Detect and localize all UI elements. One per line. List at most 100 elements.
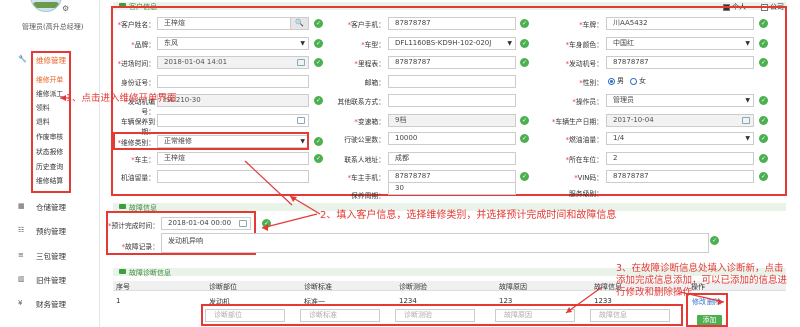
label-warranty: 保养周期： (351, 192, 385, 200)
chevron-down-icon: ▼ (745, 135, 750, 142)
label-oil: *燃油油量： (565, 136, 603, 144)
annotation-3-line3: 行修改和删除操作 (616, 287, 693, 298)
gender-female[interactable]: 女 (630, 76, 646, 86)
label-enter-time: *进场时间： (117, 60, 155, 68)
label-fault-record: *故障记录： (121, 243, 159, 251)
label-color: *车身颜色： (565, 41, 603, 49)
check-icon: ✓ (262, 219, 271, 228)
search-icon[interactable]: 🔍 (290, 18, 308, 29)
check-icon: ✓ (520, 116, 529, 125)
calendar-icon (297, 117, 305, 124)
phone-input[interactable]: 87878787 (388, 17, 516, 30)
mileage-input[interactable]: 87878787 (388, 56, 516, 69)
calendar-icon (297, 59, 305, 66)
engine-no-input[interactable]: 87878787 (606, 56, 754, 69)
oil-left-input[interactable] (157, 170, 309, 183)
check-icon: ✓ (314, 137, 323, 146)
storage-icon: ▦ (18, 202, 25, 210)
check-icon: ✓ (759, 39, 768, 48)
radio-male (608, 77, 615, 85)
vin-input[interactable]: 87878787 (606, 170, 754, 183)
main-panel: 客户信息 个人 公司 *客户姓名： 王梓煊 🔍 ✓ *品牌： 东风 ▼ ✓ *进场时… (66, 0, 800, 327)
nav-storage[interactable]: ▦ 仓储管理 (0, 202, 100, 214)
label-service-level: 服务级别： (569, 190, 603, 198)
annotation-box-diag-actions (686, 293, 728, 327)
check-icon: ✓ (520, 58, 529, 67)
check-icon: ✓ (759, 134, 768, 143)
customer-name-input[interactable]: 王梓煊 🔍 (157, 17, 309, 30)
check-icon: ✓ (314, 19, 323, 28)
check-icon: ✓ (520, 134, 529, 143)
produce-date-input[interactable]: 2017-10-04 (606, 114, 754, 127)
operator-select[interactable]: 管理员 ▼ (606, 94, 754, 107)
check-icon: ✓ (314, 39, 323, 48)
label-plate: *车牌： (579, 21, 603, 29)
check-icon: ✓ (759, 96, 768, 105)
wrench-icon: 🔧 (18, 55, 27, 63)
position-input[interactable]: 2 (606, 152, 754, 165)
label-km: 行驶公里数： (344, 136, 385, 144)
check-icon: ✓ (314, 58, 323, 67)
nav-prereserve[interactable]: ☷ 预约管理 (0, 226, 100, 238)
chevron-down-icon: ▼ (745, 97, 750, 104)
gear-icon[interactable]: ⚙ (62, 4, 69, 13)
enter-time-input[interactable]: 2018-01-04 14:01 (157, 56, 309, 69)
label-position: *所在车位： (565, 156, 603, 164)
warranty-input[interactable]: 30 (388, 182, 516, 195)
avatar[interactable] (30, 0, 62, 12)
driver-input[interactable]: 王梓煊 (157, 152, 309, 165)
label-brand: *品牌： (131, 41, 155, 49)
expire-input[interactable] (157, 114, 309, 127)
check-icon: ✓ (759, 154, 768, 163)
km-input[interactable]: 10000 (388, 132, 516, 145)
label-transmission: *变速箱： (354, 118, 385, 126)
check-icon: ✓ (759, 58, 768, 67)
section-icon (119, 204, 126, 209)
annotation-box-diag-inputs (201, 304, 683, 326)
check-icon: ✓ (314, 96, 323, 105)
calendar-icon (742, 117, 750, 124)
finish-time-input[interactable]: 2018-01-04 00:00 (161, 217, 251, 230)
prereserve-icon: ☷ (18, 226, 25, 234)
label-mileage: *里程表： (354, 60, 385, 68)
label-oil-left: 机油留量： (121, 174, 155, 182)
calendar-icon (239, 220, 247, 227)
check-icon: ✓ (314, 154, 323, 163)
transmission-input[interactable]: 9档 (388, 114, 516, 127)
address-input[interactable]: 成都 (388, 152, 516, 165)
check-icon: ✓ (520, 172, 529, 181)
oil-select[interactable]: 1/4 ▼ (606, 132, 754, 145)
nav-old-parts[interactable]: ▥ 旧件管理 (0, 275, 100, 287)
annotation-2: 2、填入客户信息，选择维修类别，并选择预计完成时间和故障信息 (320, 210, 617, 221)
label-operator: *操作员： (572, 98, 603, 106)
finance-icon: ¥ (18, 299, 23, 307)
nav-finance[interactable]: ¥ 财务管理 (0, 299, 100, 311)
check-icon: ✓ (520, 19, 529, 28)
model-select[interactable]: DFL1160BS-KD9H-102-020J ▼ (388, 37, 516, 50)
nav-tripartite[interactable]: ≡ 三包管理 (0, 251, 100, 263)
check-icon: ✓ (759, 19, 768, 28)
user-role: 管理员(高升总经理) (22, 23, 84, 31)
plate-input[interactable]: 川AA5432 (606, 17, 754, 30)
label-engine-no: *发动机号： (565, 60, 603, 68)
other-contact-input[interactable] (388, 94, 516, 107)
label-finish-time: *预计完成时间： (108, 222, 159, 230)
chevron-down-icon: ▼ (300, 40, 305, 47)
label-driver: *车主： (131, 156, 155, 164)
section-icon (119, 269, 126, 274)
engine-model-input[interactable]: ISD210-30 (157, 94, 309, 107)
label-phone: *客户手机： (347, 21, 385, 29)
chevron-down-icon: ▼ (507, 40, 512, 47)
check-icon: ✓ (759, 116, 768, 125)
label-id: 身份证号： (121, 79, 155, 87)
gender-male[interactable]: 男 (608, 76, 624, 86)
color-select[interactable]: 中国红 ▼ (606, 37, 754, 50)
email-input[interactable] (388, 75, 516, 88)
fault-record-textarea[interactable]: 发动机异响 (161, 233, 709, 253)
label-owner-phone: *车主手机： (347, 174, 385, 182)
brand-select[interactable]: 东风 ▼ (157, 37, 309, 50)
label-model: *车型： (361, 41, 385, 49)
chevron-down-icon: ▼ (745, 40, 750, 47)
diag-row-index: 1 (116, 297, 121, 305)
id-number-input[interactable] (157, 75, 309, 88)
